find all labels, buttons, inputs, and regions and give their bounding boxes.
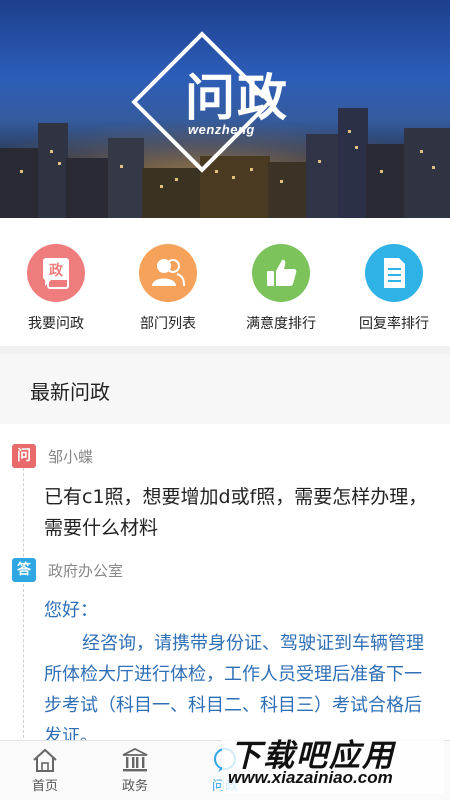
app-logo-subtext: wenzheng [188,122,255,137]
reply-greeting: 您好： [44,600,98,621]
timeline-line [23,448,24,738]
people-icon [139,244,197,302]
tab-home[interactable]: 首页 [10,745,80,799]
watermark-url: www.xiazainiao.com [228,768,393,787]
chat-ask-glyph: 政 [49,262,64,279]
section-divider [0,346,450,354]
chat-ask-icon: 政 [27,244,85,302]
section-title: 最新问政 [30,380,110,404]
quick-entry-ask[interactable]: 政 我要问政 [0,244,112,344]
quick-entry-label: 我要问政 [28,316,84,332]
answer-badge: 答 [12,558,36,582]
document-icon [365,244,423,302]
watermark-logo: 下载吧应用 www.xiazainiao.com [222,728,444,794]
quick-entry-bar: 政 我要问政 部门列表 满意度排行 回复率排行 [0,218,450,346]
quick-entry-departments[interactable]: 部门列表 [112,244,224,344]
watermark-text: 下载吧应用 [230,738,395,774]
header-banner: 问政 wenzheng [0,0,450,218]
latest-section-header: 最新问政 [0,354,450,424]
quick-entry-satisfaction-rank[interactable]: 满意度排行 [225,244,337,344]
home-icon [31,747,59,773]
quick-entry-reply-rate-rank[interactable]: 回复率排行 [338,244,450,344]
tab-government[interactable]: 政务 [100,745,170,799]
thumbs-up-icon [252,244,310,302]
tab-label: 政务 [121,779,148,794]
quick-entry-label: 部门列表 [140,316,196,332]
quick-entry-label: 满意度排行 [246,316,316,332]
reply-text: 经咨询，请携带身份证、驾驶证到车辆管理所体检大厅进行体检，工作人员受理后准备下一… [44,633,424,740]
question-text: 已有c1照，想要增加d或f照，需要怎样办理，需要什么材料 [44,486,428,539]
quick-entry-label: 回复率排行 [359,316,429,332]
app-logo-text: 问政 [185,69,289,127]
app-screen: 问政 wenzheng 政 我要问政 部门列表 满意度排行 回复率排行 最新问政… [0,0,450,800]
department-name: 政府办公室 [48,562,124,580]
tab-label: 首页 [31,779,58,794]
asker-name: 邹小蝶 [48,448,94,466]
question-badge: 问 [12,444,36,468]
qa-list-item[interactable]: 问 邹小蝶 已有c1照，想要增加d或f照，需要怎样办理，需要什么材料 答 政府办… [0,424,450,740]
government-building-icon [121,747,149,773]
